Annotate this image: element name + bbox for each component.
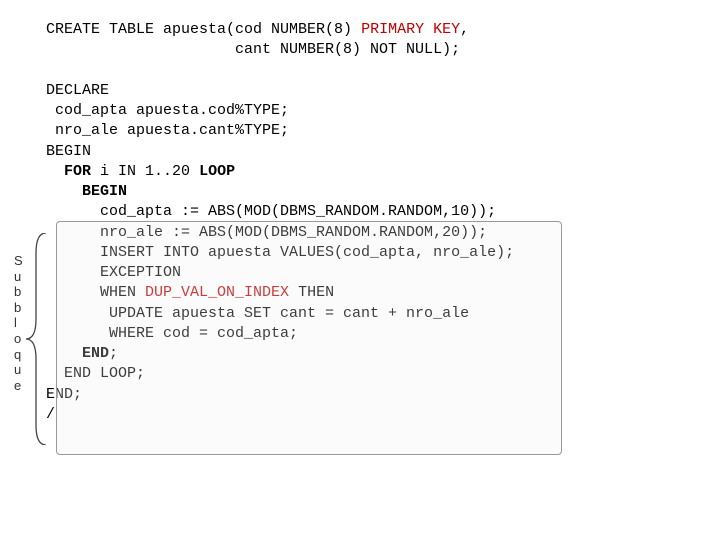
assign-cod-apta: cod_apta := ABS(MOD(DBMS_RANDOM.RANDOM,1…: [46, 202, 686, 222]
label-char: l: [14, 315, 23, 331]
label-char: o: [14, 331, 23, 347]
insert-stmt: INSERT INTO apuesta VALUES(cod_apta, nro…: [46, 243, 686, 263]
text: WHEN: [46, 284, 145, 301]
slash: /: [46, 405, 686, 425]
label-char: S: [14, 253, 23, 269]
label-char: q: [14, 347, 23, 363]
loop-keyword: LOOP: [199, 163, 235, 180]
blank-line: [46, 61, 686, 81]
assign-nro-ale: nro_ale := ABS(MOD(DBMS_RANDOM.RANDOM,20…: [46, 223, 686, 243]
text: [46, 163, 64, 180]
primary-key: PRIMARY KEY: [361, 21, 460, 38]
code-block: CREATE TABLE apuesta(cod NUMBER(8) PRIMA…: [46, 20, 686, 425]
dup-val-on-index: DUP_VAL_ON_INDEX: [145, 284, 289, 301]
label-char: u: [14, 362, 23, 378]
begin-keyword: BEGIN: [82, 183, 127, 200]
text: ;: [109, 345, 118, 362]
inner-begin: BEGIN: [46, 182, 686, 202]
when-dup-val: WHEN DUP_VAL_ON_INDEX THEN: [46, 283, 686, 303]
text: [46, 345, 82, 362]
for-loop: FOR i IN 1..20 LOOP: [46, 162, 686, 182]
begin: BEGIN: [46, 142, 686, 162]
var-cod-apta: cod_apta apuesta.cod%TYPE;: [46, 101, 686, 121]
outer-end: END;: [46, 385, 686, 405]
label-char: b: [14, 300, 23, 316]
brace-icon: [26, 233, 48, 445]
exception: EXCEPTION: [46, 263, 686, 283]
text: CREATE TABLE apuesta(cod NUMBER(8): [46, 21, 361, 38]
text: i IN 1..20: [91, 163, 199, 180]
create-line-2: cant NUMBER(8) NOT NULL);: [46, 40, 686, 60]
text: [46, 183, 82, 200]
create-line-1: CREATE TABLE apuesta(cod NUMBER(8) PRIMA…: [46, 20, 686, 40]
subbloque-label: S u b b l o q u e: [14, 253, 23, 393]
end-keyword: END: [82, 345, 109, 362]
var-nro-ale: nro_ale apuesta.cant%TYPE;: [46, 121, 686, 141]
inner-end: END;: [46, 344, 686, 364]
end-loop: END LOOP;: [46, 364, 686, 384]
update-stmt: UPDATE apuesta SET cant = cant + nro_ale: [46, 304, 686, 324]
text: ,: [460, 21, 469, 38]
label-char: e: [14, 378, 23, 394]
for-keyword: FOR: [64, 163, 91, 180]
where-clause: WHERE cod = cod_apta;: [46, 324, 686, 344]
label-char: b: [14, 284, 23, 300]
declare: DECLARE: [46, 81, 686, 101]
label-char: u: [14, 269, 23, 285]
text: THEN: [289, 284, 334, 301]
